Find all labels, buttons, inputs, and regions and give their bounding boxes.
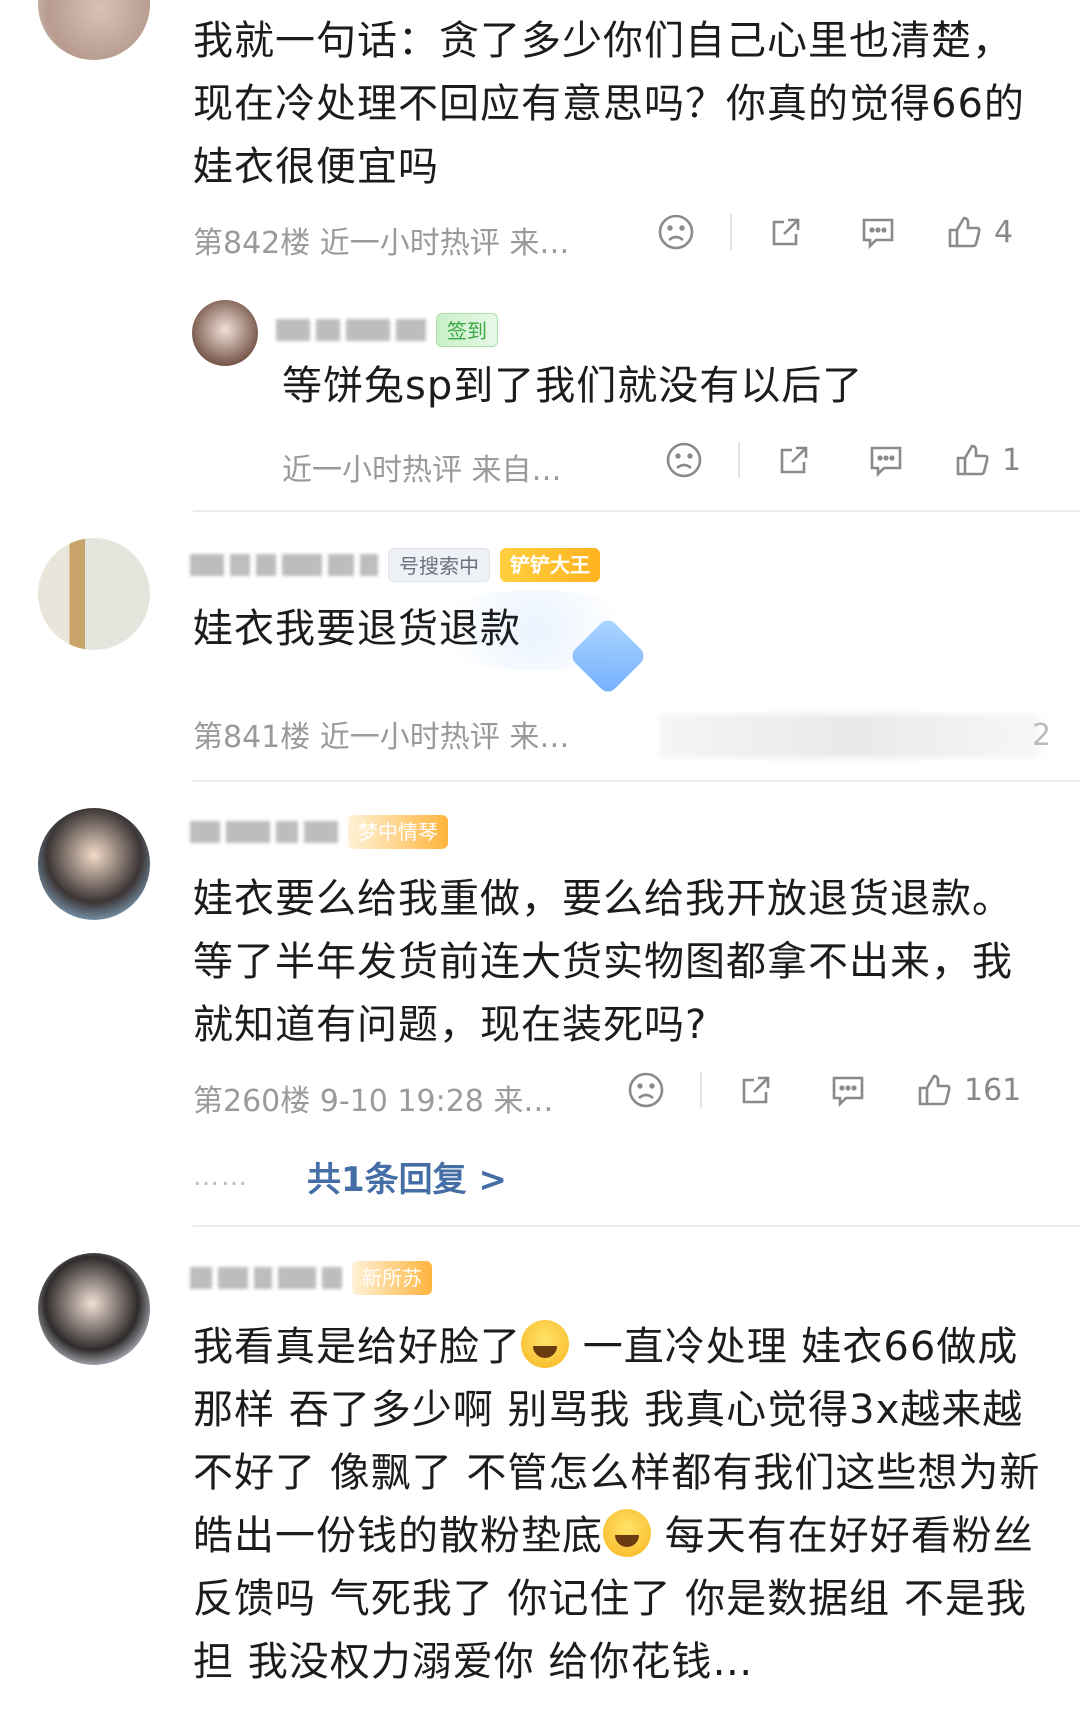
avatar[interactable] — [192, 300, 258, 366]
comment-text: 娃衣要么给我重做，要么给我开放退货退款。等了半年发货前连大货实物图都拿不出来，我… — [193, 876, 1013, 1048]
comment-icon[interactable] — [840, 440, 932, 480]
comment-icon[interactable] — [802, 1070, 894, 1110]
like-count: 1 — [1002, 442, 1022, 478]
sad-face-icon[interactable] — [600, 1070, 692, 1110]
fan-badge: 新所苏 — [352, 1261, 432, 1295]
more-replies-dots: …… — [193, 1161, 249, 1192]
comment-text: 我看真是给好脸了 一直冷处理 娃衣66做成那样 吞了多少啊 别骂我 我真心觉得3… — [193, 1316, 1053, 1716]
share-icon[interactable] — [710, 1070, 802, 1110]
comment-text: 我就一句话：贪了多少你们自己心里也清楚，现在冷处理不回应有意思吗？你真的觉得66… — [193, 18, 1025, 190]
sad-face-icon[interactable] — [630, 212, 722, 252]
avatar[interactable] — [38, 1253, 150, 1365]
username-blurred[interactable] — [190, 821, 338, 843]
laughing-emoji-icon — [521, 1320, 569, 1368]
comment-icon[interactable] — [832, 212, 924, 252]
divider — [700, 1072, 702, 1108]
comment-meta: 第260楼 9-10 19:28 来… — [193, 1084, 554, 1119]
fan-badge: 号搜索中 — [388, 548, 490, 582]
like-button[interactable]: 1 — [952, 440, 1021, 480]
sad-face-icon[interactable] — [638, 440, 730, 480]
divider — [193, 780, 1080, 782]
level-badge: 铲铲大王 — [500, 548, 600, 582]
checkin-badge: 签到 — [436, 313, 498, 347]
username-blurred[interactable] — [190, 1267, 342, 1289]
like-count: 4 — [994, 214, 1014, 250]
thumbs-up-icon — [948, 216, 981, 248]
share-icon[interactable] — [748, 440, 840, 480]
like-button[interactable]: 161 — [914, 1070, 1021, 1110]
thumbs-up-icon — [918, 1074, 951, 1106]
share-icon[interactable] — [740, 212, 832, 252]
divider — [730, 214, 732, 250]
avatar[interactable] — [38, 808, 150, 920]
username-blurred[interactable] — [190, 554, 378, 576]
comment-meta: 第842楼 近一小时热评 来… — [193, 226, 570, 261]
username-blurred[interactable] — [276, 319, 426, 341]
thinking-emoji-icon — [603, 1509, 651, 1557]
like-count: 2 — [1032, 718, 1052, 753]
divider — [738, 442, 740, 478]
like-count: 161 — [964, 1072, 1022, 1108]
avatar[interactable] — [38, 538, 150, 650]
divider — [193, 1225, 1080, 1227]
thumbs-up-icon — [956, 444, 989, 476]
reply-text: 等饼兔sp到了我们就没有以后了 — [282, 363, 864, 409]
comment-meta: 第841楼 近一小时热评 来… — [193, 720, 570, 755]
blurred-actions — [660, 714, 1040, 758]
comment-text-part: 我看真是给好脸了 — [193, 1324, 521, 1370]
like-button[interactable]: 4 — [944, 212, 1013, 252]
fan-badge: 梦中情琴 — [348, 815, 448, 849]
avatar[interactable] — [38, 0, 150, 60]
divider — [193, 510, 1080, 512]
reply-meta: 近一小时热评 来自… — [282, 453, 562, 488]
view-replies-link[interactable]: 共1条回复 > — [307, 1152, 507, 1201]
